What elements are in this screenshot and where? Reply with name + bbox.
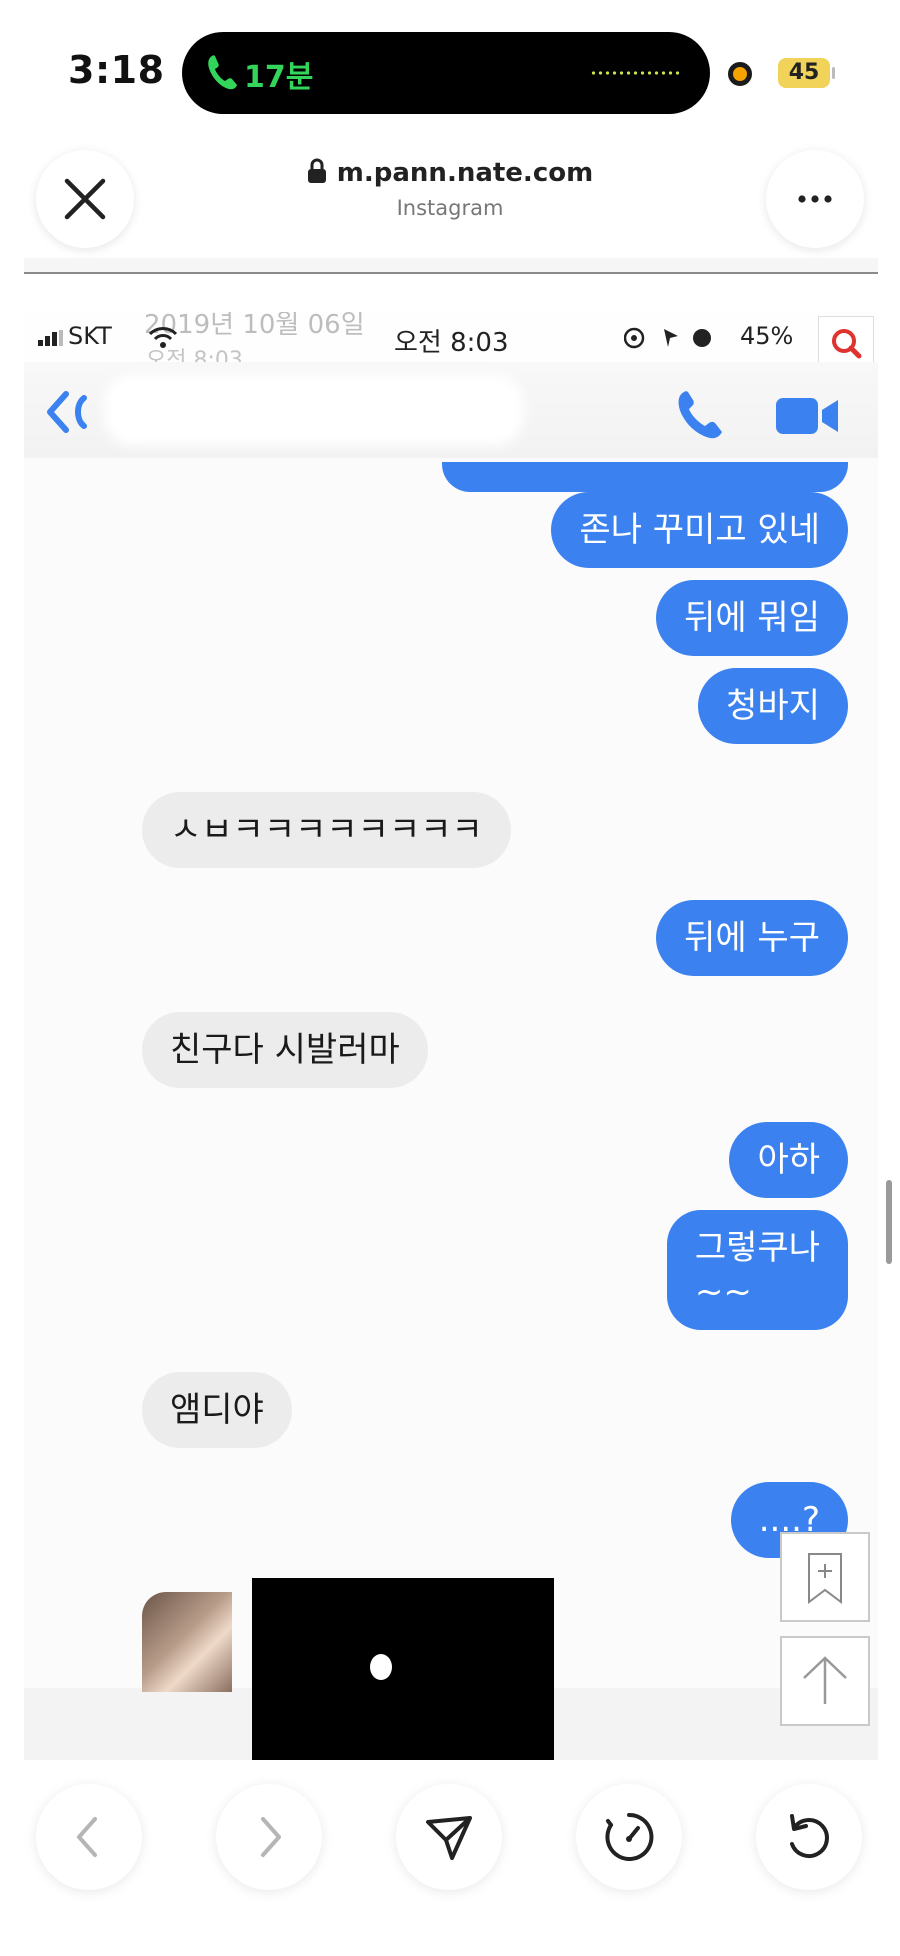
- browser-header: m.pann.nate.com Instagram: [0, 140, 900, 260]
- battery-level: 45: [778, 58, 830, 88]
- message-bubble: ㅅㅂㅋㅋㅋㅋㅋㅋㅋㅋ: [142, 792, 511, 868]
- bookmark-add-icon: [808, 1553, 842, 1604]
- back-icon: [77, 1817, 97, 1857]
- url-subtitle: Instagram: [396, 196, 504, 220]
- reload-icon: [790, 1814, 829, 1858]
- recording-indicator-icon: [728, 62, 752, 86]
- chat-screenshot-image: 2019년 10월 06일 오전 8:03 SKT 오전 8:03 45% 존나…: [24, 312, 878, 1760]
- bottom-toolbar: [0, 1760, 900, 1956]
- audio-waveform-icon: [590, 71, 680, 75]
- scroll-top-button[interactable]: [780, 1636, 870, 1726]
- share-icon: [426, 1816, 472, 1860]
- share-button[interactable]: [396, 1784, 502, 1890]
- censored-dot: [370, 1654, 392, 1680]
- header-divider: [24, 272, 878, 274]
- message-bubble: 친구다 시발러마: [142, 1012, 428, 1088]
- more-button[interactable]: [766, 150, 864, 248]
- forward-button[interactable]: [216, 1784, 322, 1890]
- reload-button[interactable]: [756, 1784, 862, 1890]
- more-icon: [798, 195, 832, 203]
- phone-call-icon: [208, 55, 237, 90]
- speed-icon: [605, 1812, 654, 1861]
- message-list: 존나 꾸미고 있네 뒤에 뭐임 청바지 ㅅㅂㅋㅋㅋㅋㅋㅋㅋㅋ 뒤에 누구 친구다…: [24, 312, 878, 1760]
- browser-page: 3:18 17분 45 m.pann.nate.com Instagram 20…: [0, 0, 900, 1956]
- message-bubble: 뒤에 뭐임: [656, 580, 848, 656]
- message-bubble: 앰디야: [142, 1372, 292, 1448]
- forward-icon: [261, 1817, 281, 1857]
- message-bubble: 아하: [729, 1122, 848, 1198]
- censored-image: [252, 1578, 554, 1760]
- scrollbar[interactable]: [886, 1180, 892, 1264]
- battery-tip: [832, 67, 835, 79]
- close-icon: [64, 178, 106, 220]
- url-text: m.pann.nate.com: [336, 158, 594, 188]
- photo-thumbnail: [142, 1592, 232, 1692]
- speed-button[interactable]: [576, 1784, 682, 1890]
- lock-icon: [307, 158, 326, 183]
- status-bar: 3:18 17분 45: [0, 0, 900, 140]
- page-top-strip: [24, 258, 878, 272]
- back-button[interactable]: [36, 1784, 142, 1890]
- message-bubble: 뒤에 누구: [656, 900, 848, 976]
- close-button[interactable]: [36, 150, 134, 248]
- cut-off-bubble: [442, 462, 848, 492]
- bookmark-button[interactable]: [780, 1532, 870, 1622]
- address-bar[interactable]: m.pann.nate.com Instagram: [250, 158, 650, 220]
- status-time: 3:18: [68, 48, 165, 92]
- call-duration: 17분: [244, 60, 314, 95]
- dynamic-island[interactable]: 17분: [182, 32, 710, 114]
- message-bubble: 그렇쿠나 ~~: [666, 1210, 848, 1330]
- message-bubble: 청바지: [698, 668, 848, 744]
- arrow-up-icon: [803, 1656, 847, 1704]
- message-bubble: 존나 꾸미고 있네: [551, 492, 848, 568]
